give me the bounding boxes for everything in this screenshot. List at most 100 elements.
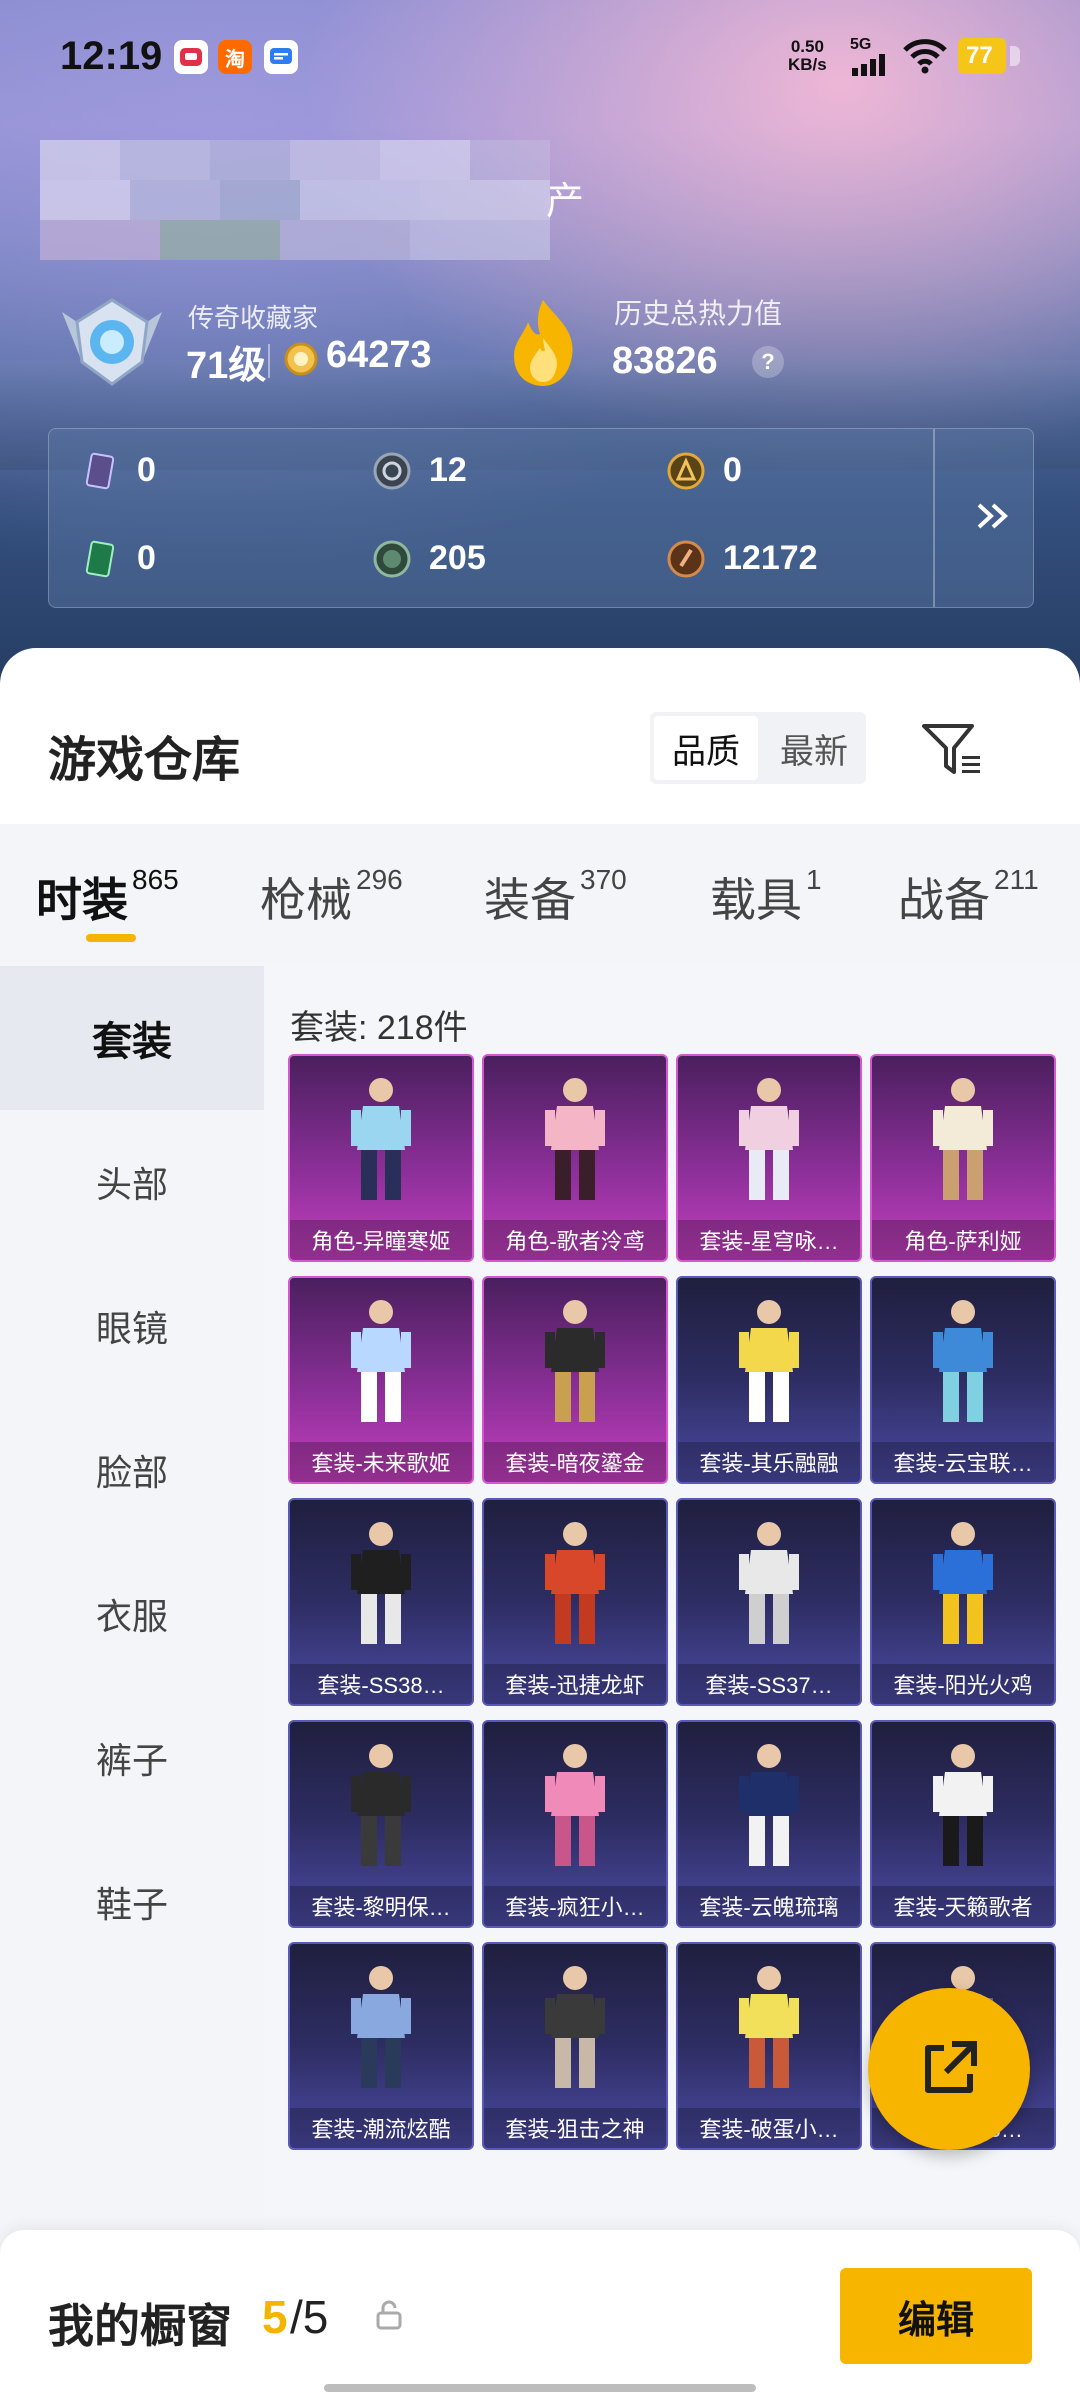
profile-header: 12:19 淘 0.50 KB/s 5G 77 产 传奇收藏家 71级 6427…	[0, 0, 1080, 700]
sidebar-item-pants[interactable]: 裤子	[0, 1686, 264, 1830]
help-icon[interactable]: ?	[752, 346, 784, 378]
sidebar-item-face[interactable]: 脸部	[0, 1398, 264, 1542]
stat-green-coin: 205	[373, 539, 486, 578]
tab-equipment[interactable]: 装备 370	[484, 864, 627, 930]
battery-icon: 77	[958, 38, 1020, 74]
wifi-icon	[903, 39, 947, 74]
outfit-thumbnail	[739, 1078, 799, 1200]
heat-value: 83826	[612, 340, 718, 382]
outfit-item[interactable]: 套装-黎明保…	[288, 1720, 474, 1928]
outfit-thumbnail	[933, 1744, 993, 1866]
stat-gold-coin: 0	[667, 451, 742, 490]
currency-stats-panel: 0 12 0 0 205 12172	[48, 428, 1034, 608]
showcase-label: 我的橱窗	[48, 2300, 232, 2352]
coin-value: 64273	[326, 334, 432, 376]
outfit-thumbnail	[739, 1522, 799, 1644]
stat-value: 205	[429, 539, 486, 577]
outfit-item[interactable]: 套装-SS37…	[676, 1498, 862, 1706]
outfit-item-label: 套装-SS37…	[678, 1664, 860, 1704]
outfit-item[interactable]: 套装-疯狂小…	[482, 1720, 668, 1928]
outfit-item[interactable]: 套装-SS38…	[288, 1498, 474, 1706]
tab-vehicles[interactable]: 载具 1	[710, 864, 822, 930]
player-level: 71级	[186, 345, 267, 387]
outfit-item-label: 角色-异瞳寒姬	[290, 1220, 472, 1260]
outfit-item[interactable]: 套装-云宝联…	[870, 1276, 1056, 1484]
stat-value: 12	[429, 451, 467, 489]
sidebar-item-shoes[interactable]: 鞋子	[0, 1830, 264, 1974]
net-speed: 0.50 KB/s	[788, 38, 827, 74]
card-icon	[85, 452, 115, 489]
showcase-bar: 我的橱窗 5 /5 编辑	[0, 2230, 1080, 2400]
stat-value: 0	[723, 451, 742, 489]
outfit-item[interactable]: 套装-星穹咏…	[676, 1054, 862, 1262]
outfit-thumbnail	[739, 1300, 799, 1422]
outfit-item-label: 套装-星穹咏…	[678, 1220, 860, 1260]
tab-count: 296	[356, 864, 403, 895]
outfit-item-label: 套装-黎明保…	[290, 1886, 472, 1926]
item-count: 套装: 218件	[290, 1009, 468, 1047]
subcategory-sidebar: 套装 头部 眼镜 脸部 衣服 裤子 鞋子	[0, 966, 264, 2400]
double-chevron-right-icon[interactable]	[969, 491, 1019, 541]
rank-title: 传奇收藏家	[188, 303, 319, 333]
tab-firearms[interactable]: 枪械 296	[260, 864, 403, 930]
stat-silver-coin: 12	[373, 451, 467, 490]
green-card-icon	[85, 540, 115, 577]
signal-5g-icon: 5G	[850, 36, 890, 81]
xiaohongshu-icon	[174, 40, 208, 74]
outfit-thumbnail	[351, 1744, 411, 1866]
outfit-thumbnail	[545, 1078, 605, 1200]
filter-icon[interactable]	[920, 720, 984, 780]
outfit-thumbnail	[351, 1966, 411, 2088]
laurel-coin-icon	[284, 342, 318, 376]
outfit-item[interactable]: 套装-其乐融融	[676, 1276, 862, 1484]
tab-count: 211	[994, 864, 1039, 895]
network-type: 5G	[850, 36, 872, 53]
outfit-thumbnail	[933, 1078, 993, 1200]
outfit-item[interactable]: 套装-暗夜鎏金	[482, 1276, 668, 1484]
taobao-icon: 淘	[218, 40, 252, 74]
sidebar-item-glasses[interactable]: 眼镜	[0, 1254, 264, 1398]
edit-button[interactable]: 编辑	[840, 2268, 1032, 2364]
outfit-item-label: 角色-萨利娅	[872, 1220, 1054, 1260]
outfit-item[interactable]: 套装-阳光火鸡	[870, 1498, 1056, 1706]
sort-toggle: 品质 最新	[650, 712, 866, 784]
sidebar-item-clothes[interactable]: 衣服	[0, 1542, 264, 1686]
outfit-item-label: 套装-疯狂小…	[484, 1886, 666, 1926]
outfit-item[interactable]: 套装-潮流炫酷	[288, 1942, 474, 2150]
outfit-item-label: 套装-天籁歌者	[872, 1886, 1054, 1926]
outfit-item[interactable]: 角色-异瞳寒姬	[288, 1054, 474, 1262]
outfit-item[interactable]: 套装-狙击之神	[482, 1942, 668, 2150]
silver-coin-icon	[373, 452, 411, 489]
outfit-thumbnail	[351, 1078, 411, 1200]
tab-supplies[interactable]: 战备 211	[898, 864, 1039, 930]
outfit-thumbnail	[739, 1966, 799, 2088]
showcase-used-count: 5	[262, 2291, 288, 2343]
outfit-item[interactable]: 角色-萨利娅	[870, 1054, 1056, 1262]
share-fab[interactable]	[868, 1988, 1030, 2150]
tab-count: 1	[806, 864, 822, 895]
stat-value: 12172	[723, 539, 818, 577]
sort-newest-option[interactable]: 最新	[762, 716, 866, 780]
legend-collector-badge-icon	[62, 298, 162, 386]
outfit-item[interactable]: 套装-天籁歌者	[870, 1720, 1056, 1928]
warehouse-title: 游戏仓库	[48, 734, 241, 787]
home-indicator[interactable]	[324, 2384, 756, 2392]
sidebar-item-suit[interactable]: 套装	[0, 966, 264, 1110]
outfit-item[interactable]: 套装-云魄琉璃	[676, 1720, 862, 1928]
outfit-item[interactable]: 套装-破蛋小…	[676, 1942, 862, 2150]
stat-value: 0	[137, 539, 156, 577]
tab-fashion[interactable]: 时装 865	[36, 864, 179, 930]
player-name-blurred	[40, 140, 550, 260]
sort-quality-option[interactable]: 品质	[654, 716, 758, 780]
tab-label: 时装	[36, 874, 128, 926]
external-link-icon	[925, 2041, 977, 2093]
active-tab-indicator	[86, 934, 136, 942]
outfit-item[interactable]: 角色-歌者泠鸢	[482, 1054, 668, 1262]
status-bar: 12:19 淘 0.50 KB/s 5G 77	[0, 0, 1080, 120]
category-tabs: 时装 865 枪械 296 装备 370 载具 1 战备 211	[0, 824, 1080, 966]
outfit-item[interactable]: 套装-迅捷龙虾	[482, 1498, 668, 1706]
sidebar-item-head[interactable]: 头部	[0, 1110, 264, 1254]
tab-label: 枪械	[260, 874, 352, 926]
outfit-item[interactable]: 套装-未来歌姬	[288, 1276, 474, 1484]
bronze-coin-icon	[667, 540, 705, 577]
